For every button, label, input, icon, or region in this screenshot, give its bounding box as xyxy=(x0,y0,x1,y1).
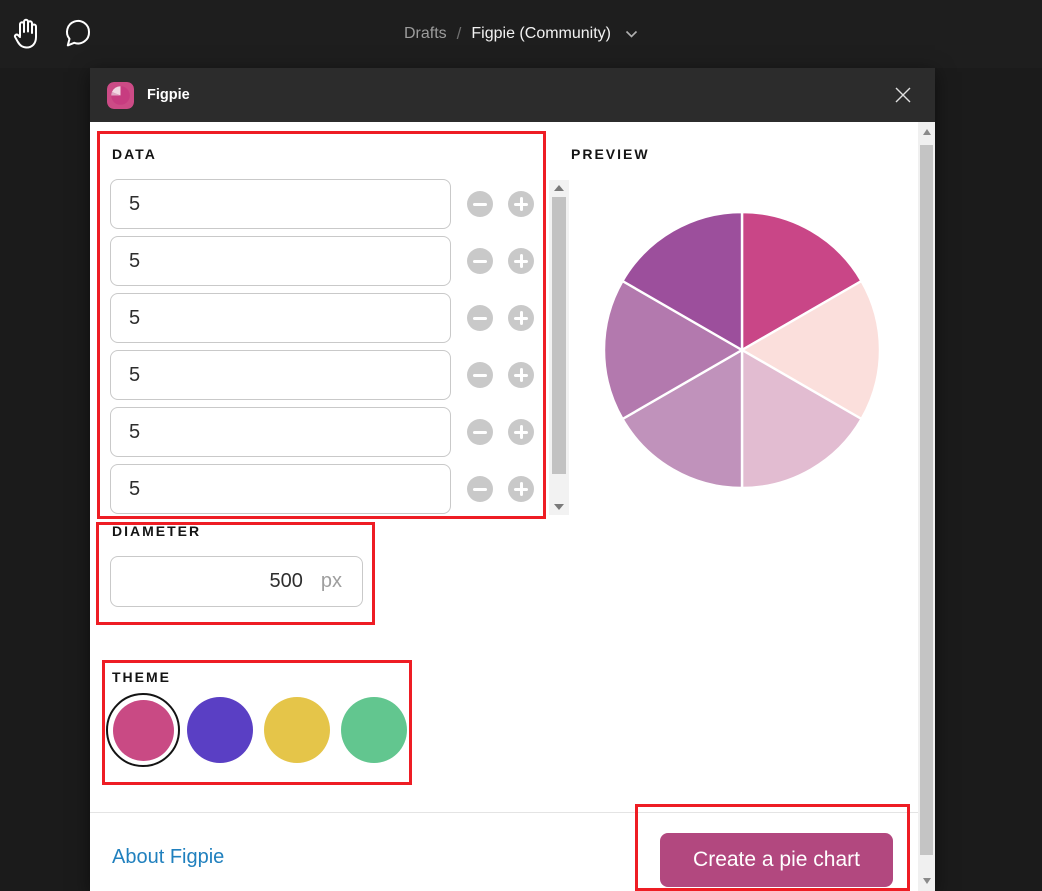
hand-tool-button[interactable] xyxy=(0,0,52,68)
data-row: 5 xyxy=(110,407,540,457)
minus-icon xyxy=(473,488,487,491)
figma-toolbar: Drafts / Figpie (Community) xyxy=(0,0,1042,68)
minus-button[interactable] xyxy=(467,419,493,445)
data-value-input[interactable]: 5 xyxy=(110,236,451,286)
minus-button[interactable] xyxy=(467,362,493,388)
hand-icon xyxy=(11,16,41,52)
plus-button[interactable] xyxy=(508,305,534,331)
preview-section-label: PREVIEW xyxy=(571,146,650,162)
data-row: 5 xyxy=(110,293,540,343)
breadcrumb-separator: / xyxy=(457,24,462,44)
breadcrumb-root[interactable]: Drafts xyxy=(404,25,447,43)
data-row: 5 xyxy=(110,350,540,400)
scrollbar-thumb[interactable] xyxy=(920,145,933,855)
pie-chart-preview xyxy=(602,210,882,490)
close-icon xyxy=(895,87,911,103)
minus-button[interactable] xyxy=(467,191,493,217)
minus-icon xyxy=(473,431,487,434)
breadcrumb-current[interactable]: Figpie (Community) xyxy=(471,25,611,43)
data-list-scrollbar[interactable] xyxy=(549,180,569,515)
minus-icon xyxy=(473,374,487,377)
theme-swatch-green[interactable] xyxy=(337,693,411,767)
minus-button[interactable] xyxy=(467,248,493,274)
plugin-header: Figpie xyxy=(90,68,935,122)
minus-icon xyxy=(473,203,487,206)
theme-swatch-purple[interactable] xyxy=(183,693,257,767)
comment-tool-button[interactable] xyxy=(52,0,104,68)
minus-button[interactable] xyxy=(467,476,493,502)
chevron-down-icon xyxy=(625,30,638,38)
footer-divider xyxy=(90,812,918,813)
breadcrumb[interactable]: Drafts / Figpie (Community) xyxy=(404,0,638,68)
plugin-body: DATA PREVIEW 5 5 5 5 xyxy=(90,122,935,891)
scroll-down-icon[interactable] xyxy=(554,504,564,510)
plugin-window-scrollbar[interactable] xyxy=(918,122,935,891)
plus-button[interactable] xyxy=(508,476,534,502)
plus-button[interactable] xyxy=(508,191,534,217)
data-value-input[interactable]: 5 xyxy=(110,350,451,400)
minus-icon xyxy=(473,317,487,320)
data-value-input[interactable]: 5 xyxy=(110,293,451,343)
scroll-down-icon[interactable] xyxy=(923,878,931,884)
data-row: 5 xyxy=(110,236,540,286)
minus-icon xyxy=(473,260,487,263)
data-row: 5 xyxy=(110,179,540,229)
data-value-input[interactable]: 5 xyxy=(110,464,451,514)
data-row: 5 xyxy=(110,464,540,514)
comment-icon xyxy=(63,17,93,51)
data-section-label: DATA xyxy=(112,146,157,162)
scroll-up-icon[interactable] xyxy=(554,185,564,191)
theme-swatch-yellow[interactable] xyxy=(260,693,334,767)
plus-button[interactable] xyxy=(508,362,534,388)
plus-button[interactable] xyxy=(508,419,534,445)
minus-button[interactable] xyxy=(467,305,493,331)
diameter-unit: px xyxy=(321,570,342,593)
plugin-window: Figpie DATA PREVIEW 5 5 5 xyxy=(90,68,935,891)
diameter-section-label: DIAMETER xyxy=(112,523,201,539)
plugin-title: Figpie xyxy=(147,87,891,103)
close-button[interactable] xyxy=(891,83,915,107)
about-link[interactable]: About Figpie xyxy=(112,846,224,869)
scrollbar-thumb[interactable] xyxy=(552,197,566,474)
figpie-logo-icon xyxy=(107,82,134,109)
theme-swatch-pink[interactable] xyxy=(106,693,180,767)
scroll-up-icon[interactable] xyxy=(923,129,931,135)
create-pie-chart-button[interactable]: Create a pie chart xyxy=(660,833,893,887)
data-value-input[interactable]: 5 xyxy=(110,179,451,229)
data-value-input[interactable]: 5 xyxy=(110,407,451,457)
diameter-input[interactable]: 500 px xyxy=(110,556,363,607)
data-row-list: 5 5 5 5 5 xyxy=(110,179,540,515)
diameter-value[interactable]: 500 xyxy=(270,570,303,593)
plus-button[interactable] xyxy=(508,248,534,274)
theme-swatch-row xyxy=(106,693,411,767)
theme-section-label: THEME xyxy=(112,669,171,685)
